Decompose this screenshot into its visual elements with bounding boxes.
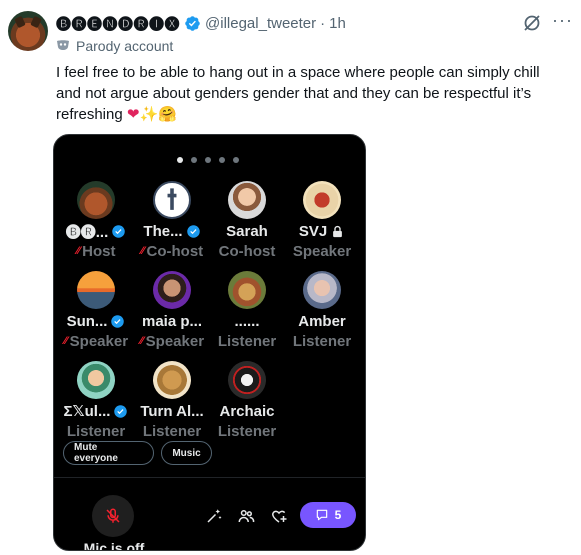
mic-off-icon xyxy=(106,508,120,523)
mic-muted-icon: ⁄⁄ xyxy=(76,245,81,257)
tweet-header: 🅑🅡🅔🅝🅓🅡🅘🅧 @illegal_tweeter · 1h xyxy=(56,12,346,34)
participant-role: Co-host xyxy=(146,242,204,260)
participant-avatar xyxy=(228,361,266,399)
author-handle[interactable]: @illegal_tweeter xyxy=(205,15,316,32)
tweet-body: I feel free to be able to hang out in a … xyxy=(56,62,566,125)
participant-avatar xyxy=(228,271,266,309)
music-button[interactable]: Music xyxy=(161,441,212,465)
page-dot[interactable] xyxy=(219,157,225,163)
parody-label-text: Parody account xyxy=(76,38,174,54)
verified-badge-icon xyxy=(112,224,125,238)
participant-role: Host xyxy=(82,242,116,260)
heart-emoji: ❤ xyxy=(126,105,140,123)
participant-avatar xyxy=(303,271,341,309)
page-dot[interactable] xyxy=(233,157,239,163)
participant-role: Speaker xyxy=(69,332,129,350)
mic-muted-icon: ⁄⁄ xyxy=(139,335,144,347)
participant-name: Sun... xyxy=(66,312,108,330)
author-avatar[interactable] xyxy=(8,11,48,51)
verified-badge-icon xyxy=(185,15,200,31)
participant-name: Archaic xyxy=(219,402,275,420)
participant-name: SVJ xyxy=(298,222,328,240)
mic-muted-icon: ⁄⁄ xyxy=(63,335,68,347)
statue-icon xyxy=(167,188,177,210)
participant-name: Sarah xyxy=(226,222,268,240)
participant-role: Listener xyxy=(217,332,277,350)
participant[interactable]: Sarah Co-host xyxy=(209,181,285,261)
participant-name: Σ𝕏ul... xyxy=(63,403,111,420)
participant-role: Listener xyxy=(217,422,277,440)
verified-badge-icon xyxy=(114,404,128,418)
author-display-name[interactable]: 🅑🅡🅔🅝🅓🅡🅘🅧 xyxy=(56,13,180,34)
participant-avatar xyxy=(303,181,341,219)
participant-name: Turn Al... xyxy=(140,402,204,420)
participant[interactable]: The... ⁄⁄ Co-host xyxy=(134,181,210,261)
participant-name: maia p... xyxy=(141,312,203,330)
participant-avatar xyxy=(153,271,191,309)
participant[interactable]: ...... Listener xyxy=(209,271,285,351)
effects-icon[interactable] xyxy=(205,507,223,525)
participant[interactable]: SVJ Speaker xyxy=(284,181,360,261)
mute-everyone-button[interactable]: Mute everyone xyxy=(63,441,154,465)
mic-muted-icon: ⁄⁄ xyxy=(140,245,145,257)
people-icon[interactable] xyxy=(237,507,255,525)
participant-avatar xyxy=(77,361,115,399)
grok-icon[interactable] xyxy=(522,13,542,33)
chat-count: 5 xyxy=(334,508,342,522)
participant[interactable]: maia p... ⁄⁄ Speaker xyxy=(134,271,210,351)
tweet-timestamp[interactable]: 1h xyxy=(329,15,346,32)
lock-icon xyxy=(333,225,343,237)
verified-badge-icon xyxy=(186,224,200,238)
parody-mask-icon xyxy=(57,40,69,50)
participant[interactable]: Turn Al... Listener xyxy=(134,361,210,441)
participant-avatar xyxy=(77,271,115,309)
participant-role: Speaker xyxy=(145,332,205,350)
divider xyxy=(54,477,365,478)
verified-badge-icon xyxy=(111,314,125,328)
more-options-icon[interactable]: ··· xyxy=(552,10,573,31)
participant-role: Speaker xyxy=(292,242,352,260)
sparkles-emoji: ✨ xyxy=(139,105,159,123)
chat-icon xyxy=(316,509,327,521)
participant-name: 🅑🅡... xyxy=(65,223,109,241)
page-dot-active[interactable] xyxy=(177,157,183,163)
page-indicator xyxy=(177,157,239,163)
participant-name: The... xyxy=(143,222,183,240)
parody-label: Parody account xyxy=(56,37,173,55)
heart-add-icon[interactable] xyxy=(270,507,288,525)
participant-avatar xyxy=(77,181,115,219)
hugging-emoji: 🤗 xyxy=(158,105,177,123)
participant-role: Co-host xyxy=(218,242,276,260)
page-dot[interactable] xyxy=(191,157,197,163)
participant-role: Listener xyxy=(292,332,352,350)
participant-name: ...... xyxy=(234,312,260,330)
participant-avatar xyxy=(153,181,191,219)
participant[interactable]: Amber Listener xyxy=(284,271,360,351)
participant[interactable]: Sun... ⁄⁄ Speaker xyxy=(58,271,134,351)
participant[interactable]: Σ𝕏ul... Listener xyxy=(58,361,134,441)
participant[interactable]: 🅑🅡... ⁄⁄ Host xyxy=(58,181,134,261)
chat-button[interactable]: 5 xyxy=(300,502,356,528)
participant-avatar xyxy=(228,181,266,219)
participant-avatar xyxy=(153,361,191,399)
participant-role: Listener xyxy=(66,422,126,440)
participant-name: Amber xyxy=(298,312,346,330)
mic-button[interactable] xyxy=(92,495,134,537)
space-card[interactable]: 🅑🅡... ⁄⁄ Host The... ⁄⁄ Co-host Sarah Co-h… xyxy=(53,134,366,551)
participant-role: Listener xyxy=(142,422,202,440)
page-dot[interactable] xyxy=(205,157,211,163)
separator-dot: · xyxy=(320,14,326,32)
participant[interactable]: Archaic Listener xyxy=(209,361,285,441)
mic-status-label: Mic is off xyxy=(83,540,145,551)
